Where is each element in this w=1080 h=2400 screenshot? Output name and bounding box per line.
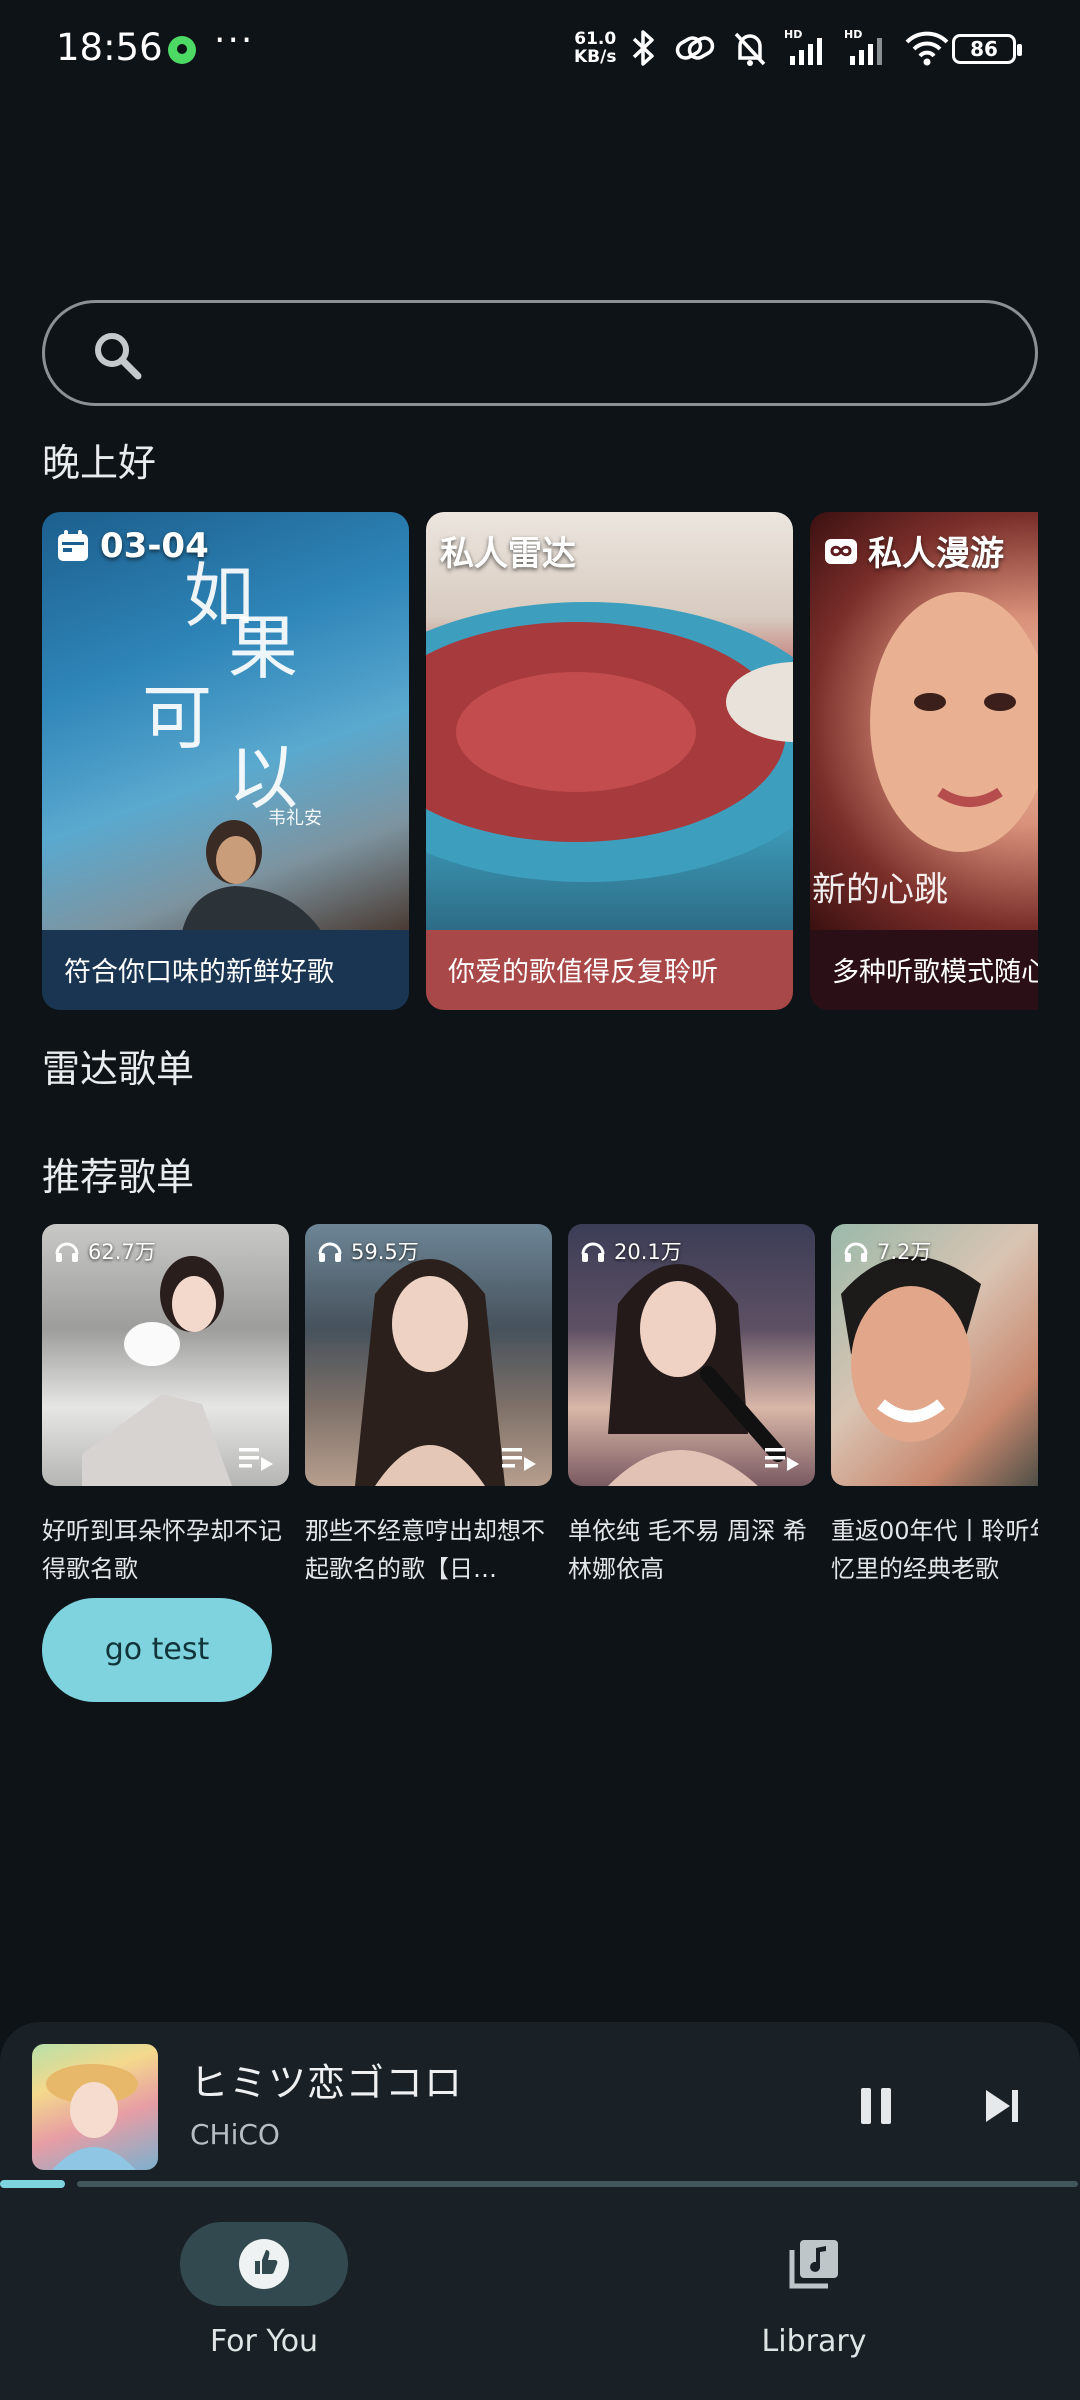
calendar-icon	[58, 530, 88, 561]
play-count-value: 7.2万	[877, 1240, 932, 1264]
mini-player[interactable]: ヒミツ恋ゴコロ CHiCO	[0, 2022, 1080, 2206]
singer-silhouette	[182, 820, 322, 932]
skip-next-button[interactable]	[982, 2086, 1022, 2126]
go-test-button[interactable]: go test	[42, 1598, 272, 1702]
nav-library[interactable]: Library	[664, 2222, 964, 2359]
play-count: 62.7万	[54, 1236, 156, 1266]
playback-progress-track	[77, 2181, 1078, 2187]
now-playing-title[interactable]: ヒミツ恋ゴコロ	[190, 2052, 463, 2107]
playlist-cover: 20.1万	[568, 1224, 815, 1486]
play-count: 20.1万	[580, 1236, 682, 1266]
playlist-name: 好听到耳朵怀孕却不记得歌名歌	[42, 1517, 282, 1583]
nav-for-you-indicator	[180, 2222, 348, 2306]
playlist-card[interactable]: 59.5万 那些不经意哼出却想不起歌名的歌【日…	[305, 1224, 552, 1588]
nav-library-indicator	[730, 2222, 898, 2306]
playback-progress-fill	[0, 2180, 65, 2188]
bluetooth-icon	[632, 30, 654, 66]
play-count-value: 59.5万	[351, 1240, 419, 1264]
playlist-card[interactable]: 7.2万 重返00年代丨聆听年记忆里的经典老歌	[831, 1224, 1038, 1588]
network-speed: 61.0 KB/s	[574, 30, 616, 66]
recommended-playlists-row[interactable]: 62.7万 好听到耳朵怀孕却不记得歌名歌 59.5万 那些不经意哼出却想不起歌名…	[42, 1224, 1038, 1604]
status-icons: HD HD	[628, 28, 950, 68]
daily-recommend-footer: 符合你口味的新鲜好歌	[42, 930, 409, 1010]
daily-recommend-date: 03-04	[100, 526, 209, 566]
playlist-cover: 62.7万	[42, 1224, 289, 1486]
svg-text:HD: HD	[784, 28, 802, 41]
nav-library-label: Library	[761, 2324, 867, 2359]
vinyl-record	[426, 602, 793, 882]
battery-indicator: 86	[952, 34, 1022, 64]
private-radar-subtitle: 你爱的歌值得反复聆听	[448, 957, 718, 988]
playlist-play-icon[interactable]	[502, 1444, 538, 1474]
nav-for-you-label: For You	[209, 2324, 319, 2359]
silent-bell-icon	[734, 32, 766, 66]
cover-figure	[355, 1259, 505, 1486]
recommended-playlists-title: 推荐歌单	[42, 1155, 195, 1199]
private-roaming-footer: 多种听歌模式随心切换	[810, 930, 1038, 1010]
for-you-icon	[239, 2239, 289, 2289]
infinity-icon	[825, 538, 857, 564]
playlist-cover: 59.5万	[305, 1224, 552, 1486]
signal-2-icon: HD	[844, 28, 882, 65]
play-count-value: 20.1万	[614, 1240, 682, 1264]
status-bar: 18:56 ··· 61.0 KB/s HD HD 86	[0, 0, 1080, 100]
network-speed-value: 61.0	[574, 29, 617, 49]
playlist-card[interactable]: 20.1万 单依纯 毛不易 周深 希林娜依高	[568, 1224, 815, 1588]
daily-recommend-art: 如 果 可 以 韦礼安	[42, 512, 409, 932]
playlist-play-icon[interactable]	[239, 1444, 275, 1474]
play-count: 59.5万	[317, 1236, 419, 1266]
cover-figure	[608, 1264, 786, 1486]
playback-progress-bar[interactable]	[0, 2180, 1080, 2188]
playlist-name: 单依纯 毛不易 周深 希林娜依高	[568, 1517, 807, 1583]
feature-cards-row[interactable]: 如 果 可 以 韦礼安 03-04 符合你口味的新鲜好歌 私人雷达 你爱的歌值得…	[42, 512, 1038, 1010]
location-indicator-icon	[168, 36, 196, 64]
wifi-icon	[905, 31, 949, 66]
private-roaming-card[interactable]: 新的心跳 私人漫游 多种听歌模式随心切换	[810, 512, 1038, 1010]
now-playing-artwork[interactable]	[32, 2044, 158, 2170]
playlist-card[interactable]: 62.7万 好听到耳朵怀孕却不记得歌名歌	[42, 1224, 289, 1588]
play-count: 7.2万	[843, 1236, 931, 1266]
network-speed-unit: KB/s	[574, 47, 617, 67]
headphones-icon	[55, 1242, 79, 1262]
playlist-cover: 7.2万	[831, 1224, 1038, 1486]
bottom-navigation: For You Library	[0, 2200, 1080, 2400]
library-icon	[789, 2240, 838, 2289]
private-roaming-header: 私人漫游	[824, 526, 1004, 575]
search-bar[interactable]	[42, 300, 1038, 406]
headphones-icon	[318, 1242, 342, 1262]
playlist-play-icon[interactable]	[765, 1444, 801, 1474]
private-radar-title: 私人雷达	[440, 534, 576, 574]
private-roaming-subtitle: 多种听歌模式随心切换	[832, 957, 1038, 988]
headphones-icon	[844, 1242, 868, 1262]
private-roaming-title: 私人漫游	[868, 534, 1004, 574]
playlist-name: 重返00年代丨聆听年记忆里的经典老歌	[831, 1517, 1038, 1583]
nav-for-you[interactable]: For You	[114, 2222, 414, 2359]
now-playing-artist[interactable]: CHiCO	[190, 2118, 280, 2151]
play-count-value: 62.7万	[88, 1240, 156, 1264]
pause-button[interactable]	[858, 2086, 894, 2126]
private-radar-footer: 你爱的歌值得反复聆听	[426, 930, 793, 1010]
private-radar-card[interactable]: 私人雷达 你爱的歌值得反复聆听	[426, 512, 793, 1010]
playlist-name: 那些不经意哼出却想不起歌名的歌【日…	[305, 1517, 545, 1583]
daily-recommend-header: 03-04	[56, 526, 209, 566]
more-notifications-icon: ···	[214, 20, 255, 61]
cover-figure	[82, 1256, 232, 1486]
greeting-title: 晚上好	[42, 441, 157, 485]
artwork-figure	[46, 2064, 138, 2170]
link-icon	[675, 36, 715, 60]
private-radar-header: 私人雷达	[440, 526, 576, 575]
daily-recommend-card[interactable]: 如 果 可 以 韦礼安 03-04 符合你口味的新鲜好歌	[42, 512, 409, 1010]
status-time: 18:56	[56, 26, 163, 69]
svg-text:HD: HD	[844, 28, 862, 41]
daily-recommend-subtitle: 符合你口味的新鲜好歌	[64, 957, 334, 988]
search-icon	[95, 333, 142, 380]
radar-playlists-title: 雷达歌单	[42, 1047, 195, 1091]
card-art-caption: 新的心跳	[812, 870, 948, 910]
portrait-face	[870, 592, 1038, 852]
cover-figure	[841, 1256, 981, 1442]
signal-1-icon: HD	[784, 28, 822, 65]
headphones-icon	[581, 1242, 605, 1262]
